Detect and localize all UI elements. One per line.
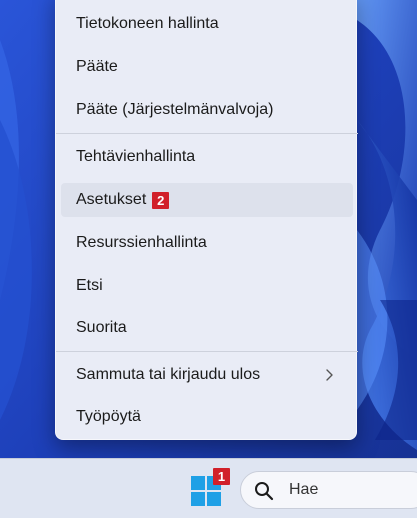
menu-item-label: Sammuta tai kirjaudu ulos <box>76 366 261 383</box>
menu-item-terminal-admin[interactable]: Pääte (Järjestelmänvalvoja) <box>61 93 353 127</box>
menu-item-label: Työpöytä <box>76 408 141 425</box>
menu-item-shutdown-signout[interactable]: Sammuta tai kirjaudu ulos <box>61 358 353 392</box>
menu-item-label: Asetukset <box>76 191 147 208</box>
menu-item-label: Tehtävienhallinta <box>76 148 196 165</box>
step-badge: 1 <box>213 468 230 485</box>
menu-item-run[interactable]: Suorita <box>61 311 353 345</box>
menu-separator <box>56 133 358 134</box>
menu-item-file-explorer[interactable]: Resurssienhallinta <box>61 226 353 260</box>
menu-item-task-manager[interactable]: Tehtävienhallinta <box>61 140 353 174</box>
menu-item-label: Suorita <box>76 319 127 336</box>
step-badge: 2 <box>152 191 170 209</box>
menu-item-label: Pääte <box>76 58 118 75</box>
desktop: Tietokoneen hallinta Pääte Pääte (Järjes… <box>0 0 417 518</box>
search-icon <box>255 482 274 501</box>
chevron-right-icon <box>326 369 333 381</box>
menu-separator <box>56 351 358 352</box>
menu-item-label: Resurssienhallinta <box>76 234 207 251</box>
menu-item-desktop[interactable]: Työpöytä <box>61 400 353 434</box>
menu-item-search[interactable]: Etsi <box>61 269 353 303</box>
menu-item-label: Pääte (Järjestelmänvalvoja) <box>76 101 274 118</box>
search-placeholder: Hae <box>289 481 319 498</box>
menu-item-label: Etsi <box>76 277 103 294</box>
menu-item-settings[interactable]: Asetukset 2 <box>61 183 353 217</box>
menu-item-label: Tietokoneen hallinta <box>76 15 219 32</box>
taskbar-search-box[interactable]: Hae <box>240 471 417 509</box>
menu-item-terminal[interactable]: Pääte <box>61 50 353 84</box>
taskbar: Hae <box>0 458 417 518</box>
menu-item-computer-management[interactable]: Tietokoneen hallinta <box>61 7 353 41</box>
quick-link-context-menu: Tietokoneen hallinta Pääte Pääte (Järjes… <box>55 0 358 440</box>
